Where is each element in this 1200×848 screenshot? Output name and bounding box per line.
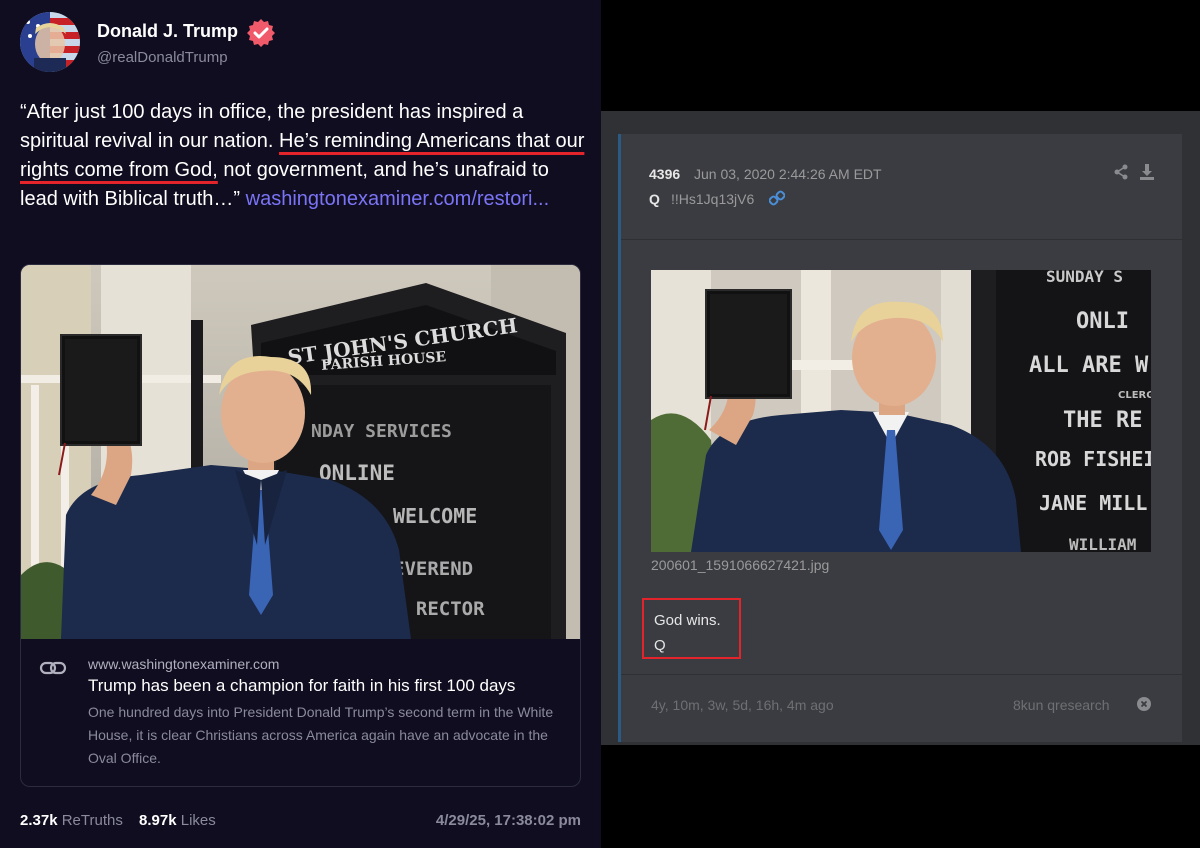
post-stats: 2.37k ReTruths 8.97k Likes <box>20 812 216 829</box>
link-chain-icon <box>39 661 67 675</box>
link-preview-card[interactable]: ST JOHN'S CHURCH PARISH HOUSE NDAY SERVI… <box>20 264 581 787</box>
q-post-message: God wins. Q <box>642 598 741 659</box>
download-icon[interactable] <box>1139 163 1155 181</box>
q-post-header: 4396 Jun 03, 2020 2:44:26 AM EDT Q !!Hs1… <box>621 134 1182 240</box>
q-post-footer: 4y, 10m, 3w, 5d, 16h, 4m ago 8kun qresea… <box>621 674 1182 742</box>
post-text: “After just 100 days in office, the pres… <box>20 98 585 214</box>
q-post-age: 4y, 10m, 3w, 5d, 16h, 4m ago <box>651 697 834 713</box>
q-board-name[interactable]: 8kun qresearch <box>1013 697 1110 713</box>
card-domain: www.washingtonexaminer.com <box>88 656 280 672</box>
retruths-label[interactable]: ReTruths <box>62 812 123 829</box>
sign-line-7: JANE MILL <box>1039 491 1147 515</box>
card-photo: ST JOHN'S CHURCH PARISH HOUSE NDAY SERVI… <box>21 265 580 639</box>
likes-count: 8.97k <box>139 812 177 829</box>
avatar[interactable] <box>20 12 80 72</box>
q-tripcode: !!Hs1Jq13jV6 <box>671 191 755 207</box>
q-post: 4396 Jun 03, 2020 2:44:26 AM EDT Q !!Hs1… <box>618 134 1182 742</box>
card-title: Trump has been a champion for faith in h… <box>88 676 516 695</box>
q-image-filename[interactable]: 200601_1591066627421.jpg <box>651 557 829 573</box>
sign-line-5: WELCOME <box>393 504 477 528</box>
card-description: One hundred days into President Donald T… <box>88 704 554 766</box>
sign-line-4: CLERG <box>1118 390 1151 401</box>
q-panel: 4396 Jun 03, 2020 2:44:26 AM EDT Q !!Hs1… <box>601 111 1200 745</box>
q-poster-name: Q <box>649 191 660 207</box>
q-post-image[interactable]: SUNDAY S ONLI ALL ARE W CLERG THE RE ROB… <box>651 270 1151 552</box>
author-name[interactable]: Donald J. Trump <box>97 21 238 42</box>
q-drop-screenshot: 4396 Jun 03, 2020 2:44:26 AM EDT Q !!Hs1… <box>601 0 1200 848</box>
close-circle-icon[interactable] <box>1137 697 1151 711</box>
sign-line-3: ALL ARE W <box>1029 353 1149 378</box>
sign-line-6: ROB FISHEI <box>1035 447 1151 471</box>
author-handle[interactable]: @realDonaldTrump <box>97 49 228 66</box>
sign-line-5: THE RE <box>1063 408 1142 433</box>
verified-badge-icon <box>246 18 276 48</box>
truth-social-post: Donald J. Trump @realDonaldTrump “After … <box>0 0 601 848</box>
post-timestamp[interactable]: 4/29/25, 17:38:02 pm <box>436 812 581 829</box>
retruths-count: 2.37k <box>20 812 58 829</box>
q-message-line-2: Q <box>654 637 666 654</box>
sign-line-2: ONLI <box>1076 309 1129 334</box>
likes-label[interactable]: Likes <box>181 812 216 829</box>
post-link[interactable]: washingtonexaminer.com/restori... <box>246 188 549 210</box>
sign-line-6: EVEREND <box>393 558 473 580</box>
q-message-line-1: God wins. <box>654 612 721 629</box>
sign-line-8: WILLIAM <box>1069 535 1136 552</box>
share-icon[interactable] <box>1113 164 1129 180</box>
sign-line-3: NDAY SERVICES <box>311 421 452 442</box>
link-chain-icon[interactable] <box>769 190 785 206</box>
sign-line-1: SUNDAY S <box>1046 270 1123 286</box>
q-post-date: Jun 03, 2020 2:44:26 AM EDT <box>694 166 882 182</box>
q-post-number[interactable]: 4396 <box>649 166 680 182</box>
